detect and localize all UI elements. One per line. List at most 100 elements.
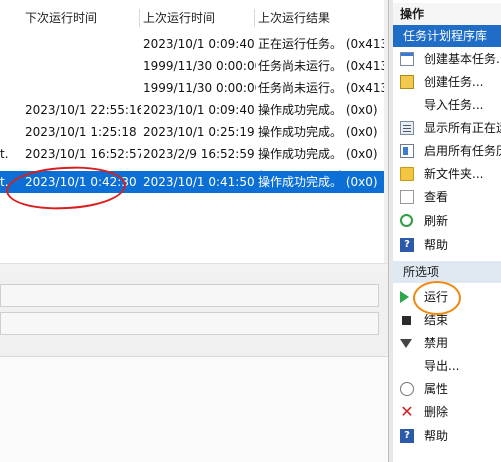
last-run-cell: 2023/2/9 16:52:59 (143, 147, 255, 161)
action-export[interactable]: 导出... (393, 355, 501, 378)
action-help[interactable]: ? 帮助 (393, 234, 501, 257)
task-name-cell (0, 55, 12, 77)
folder-icon (400, 167, 414, 181)
action-disable[interactable]: 禁用 (393, 332, 501, 355)
task-detail-pane (0, 272, 388, 462)
last-run-cell: 2023/10/1 0:09:40 (143, 37, 255, 51)
last-run-cell: 2023/10/1 0:41:50 (143, 175, 255, 189)
action-label: 导入任务... (424, 98, 484, 112)
table-row[interactable]: 1999/11/30 0:00:00 任务尚未运行。 (0x4130 (0, 55, 384, 77)
next-run-cell: 2023/10/1 22:55:16 (25, 103, 141, 117)
column-header-row: 下次运行时间 上次运行时间 上次运行结果 (0, 7, 384, 29)
section-header-selected[interactable]: 所选项 (393, 261, 501, 283)
column-divider[interactable] (254, 9, 255, 27)
action-properties[interactable]: 属性 (393, 378, 501, 401)
column-header-last-result[interactable]: 上次运行结果 (258, 7, 384, 29)
help-icon: ? (400, 238, 414, 252)
last-result-cell: 任务尚未运行。 (0x4130 (258, 81, 384, 95)
last-result-cell: 操作成功完成。 (0x0) (258, 147, 378, 161)
table-row[interactable]: t. 2023/10/1 16:52:57 2023/2/9 16:52:59 … (0, 143, 384, 165)
action-label: 显示所有正在运 (424, 121, 501, 135)
next-run-cell: 2023/10/1 1:25:18 (25, 125, 137, 139)
list-icon (400, 121, 414, 135)
splitter[interactable] (0, 263, 388, 272)
task-name-cell: t. (0, 147, 9, 161)
action-label: 创建基本任务... (424, 52, 501, 66)
next-run-cell: 2023/10/1 16:52:57 (25, 147, 141, 161)
action-show-running[interactable]: 显示所有正在运 (393, 117, 501, 140)
action-new-folder[interactable]: 新文件夹... (393, 163, 501, 186)
actions-title: 操作 (393, 3, 501, 25)
task-list-pane: 下次运行时间 上次运行时间 上次运行结果 2023/10/1 0:09:40 正… (0, 0, 388, 462)
enable-history-icon (400, 144, 414, 158)
action-label: 启用所有任务历 (424, 144, 501, 158)
action-refresh[interactable]: 刷新 (393, 210, 501, 233)
task-list[interactable]: 下次运行时间 上次运行时间 上次运行结果 2023/10/1 0:09:40 正… (0, 0, 384, 263)
action-label: 创建任务... (424, 75, 484, 89)
last-result-cell: 操作成功完成。 (0x0) (258, 103, 378, 117)
export-icon (400, 359, 414, 373)
last-result-cell: 任务尚未运行。 (0x4130 (258, 59, 384, 73)
task-name-cell (0, 77, 12, 99)
action-run[interactable]: 运行 (393, 286, 501, 309)
refresh-icon (400, 214, 413, 227)
task-name-cell (0, 99, 12, 121)
action-import-task[interactable]: 导入任务... (393, 94, 501, 117)
properties-icon (400, 382, 414, 396)
table-row[interactable]: 2023/10/1 0:09:40 正在运行任务。 (0x4130 (0, 33, 384, 55)
next-run-cell (25, 33, 141, 55)
action-label: 新文件夹... (424, 167, 484, 181)
last-run-cell: 1999/11/30 0:00:00 (143, 59, 256, 73)
last-run-cell: 2023/10/1 0:09:40 (143, 103, 255, 117)
action-view[interactable]: 查看 (393, 186, 501, 209)
run-icon (400, 291, 409, 303)
table-row[interactable]: 1999/11/30 0:00:00 任务尚未运行。 (0x4130 (0, 77, 384, 99)
action-help-selected[interactable]: ? 帮助 (393, 425, 501, 448)
table-row[interactable]: 2023/10/1 22:55:16 2023/10/1 0:09:40 操作成… (0, 99, 384, 121)
column-divider[interactable] (139, 9, 140, 27)
delete-icon: ✕ (400, 402, 414, 421)
next-run-cell (25, 77, 141, 99)
last-run-cell: 2023/10/1 0:25:19 (143, 125, 255, 139)
detail-tab-strip[interactable] (0, 284, 379, 307)
column-header-last-run[interactable]: 上次运行时间 (143, 7, 256, 29)
table-row-selected[interactable]: t. 2023/10/1 0:42:30 2023/10/1 0:41:50 操… (0, 171, 384, 193)
last-run-cell: 1999/11/30 0:00:00 (143, 81, 256, 95)
detail-content (0, 356, 388, 462)
action-create-basic-task[interactable]: 创建基本任务... (393, 48, 501, 71)
action-label: 属性 (424, 382, 449, 396)
disable-icon (400, 339, 412, 348)
actions-pane: 操作 任务计划程序库 创建基本任务... 创建任务... 导入任务... 显示所… (393, 0, 501, 462)
task-icon (400, 75, 414, 89)
task-name-cell (0, 121, 12, 143)
action-label: 导出... (424, 359, 460, 373)
end-icon (402, 316, 411, 325)
action-enable-history[interactable]: 启用所有任务历 (393, 140, 501, 163)
action-label: 刷新 (424, 214, 449, 228)
next-run-cell: 2023/10/1 0:42:30 (25, 175, 137, 189)
section-header-library[interactable]: 任务计划程序库 (393, 25, 501, 47)
next-run-cell (25, 55, 141, 77)
last-result-cell: 操作成功完成。 (0x0) (258, 125, 378, 139)
action-end[interactable]: 结束 (393, 309, 501, 332)
last-result-cell: 操作成功完成。 (0x0) (258, 175, 378, 189)
action-label: 删除 (424, 405, 449, 419)
import-icon (400, 98, 414, 112)
task-name-cell (0, 33, 12, 55)
action-create-task[interactable]: 创建任务... (393, 71, 501, 94)
action-label: 查看 (424, 190, 449, 204)
task-name-cell: t. (0, 175, 9, 189)
action-label: 结束 (424, 313, 449, 327)
action-label: 帮助 (424, 429, 449, 443)
column-header-next-run[interactable]: 下次运行时间 (25, 7, 141, 29)
calendar-icon (400, 52, 414, 66)
table-row[interactable]: 2023/10/1 1:25:18 2023/10/1 0:25:19 操作成功… (0, 121, 384, 143)
view-icon (400, 190, 414, 204)
detail-field[interactable] (0, 312, 379, 335)
help-icon: ? (400, 429, 414, 443)
action-label: 运行 (424, 290, 449, 304)
action-label: 帮助 (424, 238, 449, 252)
action-label: 禁用 (424, 336, 449, 350)
action-delete[interactable]: ✕ 删除 (393, 401, 501, 424)
last-result-cell: 正在运行任务。 (0x4130 (258, 37, 384, 51)
